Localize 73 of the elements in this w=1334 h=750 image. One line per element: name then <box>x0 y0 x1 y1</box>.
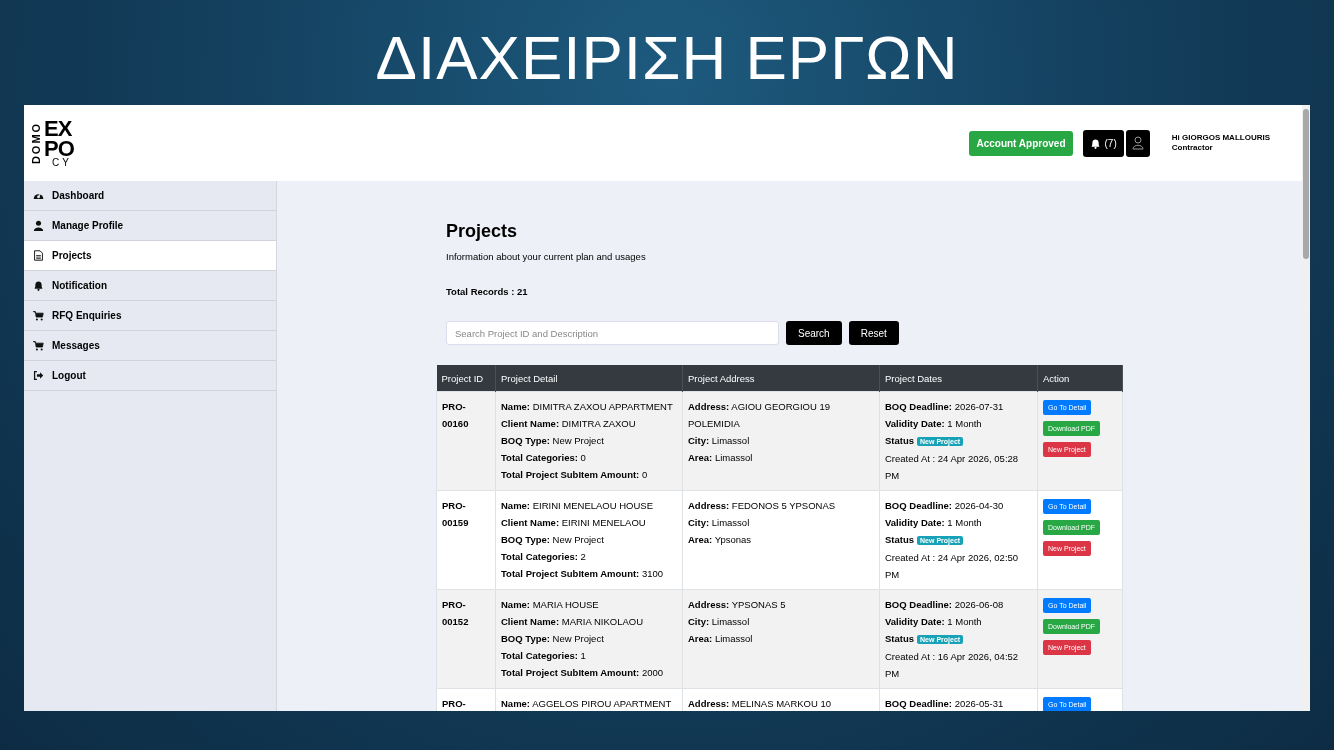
field-text: BOQ Deadline: 2026-05-31 <box>885 697 1005 711</box>
user-icon <box>33 220 44 231</box>
field-text: City: Limassol <box>688 516 751 530</box>
column-header: Project ID <box>436 365 496 392</box>
field-text: BOQ Type: New Project <box>501 632 605 646</box>
sidebar-item[interactable]: Projects <box>24 241 276 271</box>
project-id: PRO- <box>442 697 467 711</box>
created-at: Created At : 24 Apr 2026, 05:28 PM <box>885 452 1020 483</box>
field-text: Area: Limassol <box>688 632 754 646</box>
page-subtitle: Information about your current plan and usages <box>446 251 647 262</box>
field-text: BOQ Deadline: 2026-04-30 <box>885 499 1005 513</box>
status-label: Status <box>885 633 915 644</box>
field-text: Client Name: EIRINI MENELAOU <box>501 516 647 530</box>
column-header: Project Address <box>682 365 880 392</box>
cart-icon <box>33 310 44 321</box>
bell-icon <box>33 280 44 291</box>
user-role: Contractor <box>1171 143 1214 153</box>
field-text: Name: EIRINI MENELAOU HOUSE <box>501 499 655 513</box>
field-text: City: Limassol <box>688 434 751 448</box>
search-action-button[interactable]: Search <box>786 321 842 345</box>
status-label: Status <box>885 435 915 446</box>
field-text: Address: FEDONOS 5 YPSONAS <box>688 499 837 513</box>
logo-text: CY <box>51 158 73 168</box>
sign-out-icon <box>33 370 44 381</box>
field-text: Total Project SubItem Amount: 2000 <box>501 666 665 680</box>
field-text: BOQ Type: New Project <box>501 434 605 448</box>
field-text: Client Name: DIMITRA ZAXOU <box>501 417 637 431</box>
slide-title: ΔΙΑΧΕΙΡΙΣΗ ΕΡΓΩΝ <box>374 22 960 94</box>
field-text: Validity Date: 1 Month <box>885 615 983 629</box>
field-text: Total Project SubItem Amount: 0 <box>501 468 649 482</box>
logo-text: EX <box>44 118 73 139</box>
cart-icon <box>33 340 44 351</box>
bell-icon <box>1089 137 1101 149</box>
account-status-button[interactable]: Account Approved <box>969 130 1073 156</box>
field-text: Total Project SubItem Amount: 3100 <box>501 567 665 581</box>
project-id: PRO-00152 <box>442 598 470 629</box>
field-text: Validity Date: 1 Month <box>885 417 983 431</box>
user-button[interactable] <box>1125 129 1150 157</box>
page-title: Projects <box>446 221 519 242</box>
search-action-button[interactable]: Reset <box>848 321 899 345</box>
field-text: Name: MARIA HOUSE <box>501 598 600 612</box>
logo-text: DOMO <box>30 121 43 165</box>
document-icon <box>33 250 44 261</box>
field-text: City: Limassol <box>688 615 751 629</box>
field-text: Client Name: MARIA NIKOLAOU <box>501 615 645 629</box>
field-text: BOQ Deadline: 2026-06-08 <box>885 598 1005 612</box>
user-icon <box>1131 136 1144 150</box>
field-text: Total Categories: 2 <box>501 550 587 564</box>
column-header: Action <box>1037 365 1123 392</box>
field-text: Address: AGIOU GEORGIOU 19 POLEMIDIA <box>688 400 832 431</box>
field-text: Address: YPSONAS 5 <box>688 598 787 612</box>
field-text: Total Categories: 1 <box>501 649 587 663</box>
column-header: Project Dates <box>879 365 1038 392</box>
field-text: Area: Ypsonas <box>688 533 753 547</box>
search-field[interactable]: Search Project ID and Description <box>446 321 779 345</box>
created-at: Created At : 16 Apr 2026, 04:52 PM <box>885 650 1020 681</box>
field-text: Total Categories: 0 <box>501 451 587 465</box>
field-text: Validity Date: 1 Month <box>885 516 983 530</box>
field-text: BOQ Type: New Project <box>501 533 605 547</box>
field-text: Name: DIMITRA ZAXOU APPARTMENT <box>501 400 674 414</box>
field-text: Area: Limassol <box>688 451 754 465</box>
column-header: Project Detail <box>495 365 683 392</box>
project-id: PRO-00160 <box>442 400 470 431</box>
field-text: BOQ Deadline: 2026-07-31 <box>885 400 1005 414</box>
created-at: Created At : 24 Apr 2026, 02:50 PM <box>885 551 1020 582</box>
user-greeting: Hi GIORGOS MALLOURIS <box>1171 133 1270 143</box>
field-text: Address: MELINAS MARKOU 10 <box>688 697 833 711</box>
notifications-button[interactable]: (7) <box>1082 129 1124 157</box>
status-label: Status <box>885 534 915 545</box>
total-records: Total Records : 21 <box>446 286 529 297</box>
field-text: Name: AGGELOS PIROU APARTMENT <box>501 697 673 711</box>
logo-text: PO <box>44 138 74 159</box>
project-id: PRO-00159 <box>442 499 470 530</box>
